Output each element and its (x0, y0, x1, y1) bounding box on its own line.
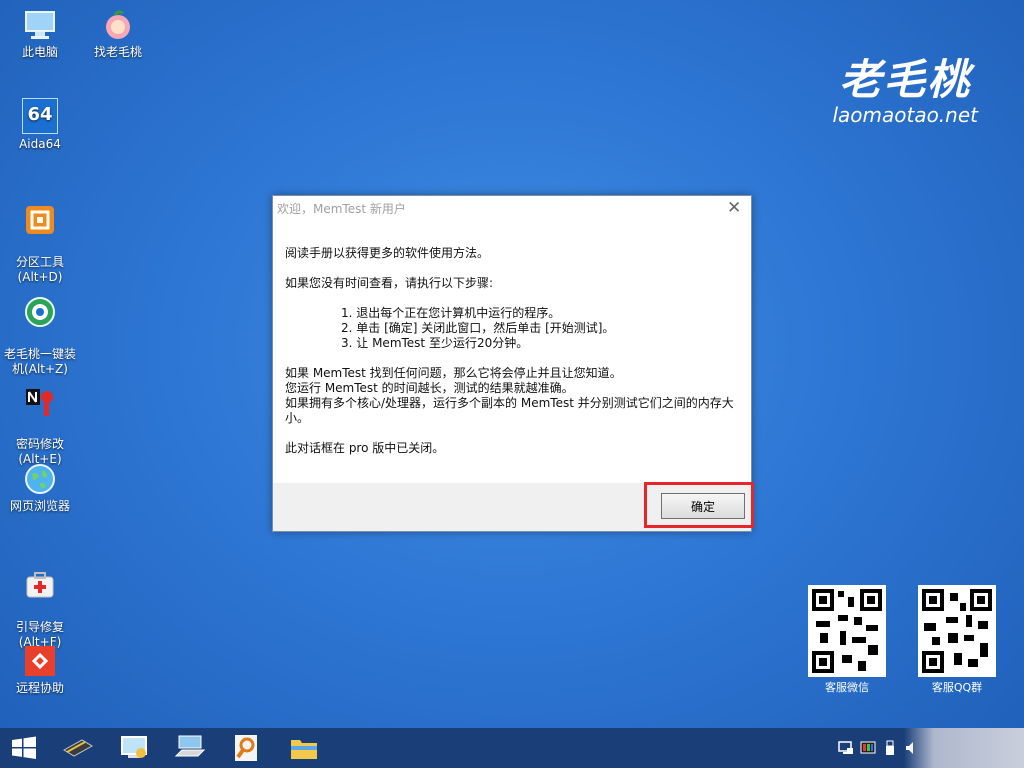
icon-label: 找老毛桃 (93, 45, 142, 59)
desktop-icon-web-browser[interactable]: 网页浏览器 (2, 462, 78, 514)
qr-caption: 客服微信 (825, 681, 869, 694)
peach-icon (106, 10, 130, 39)
tray-clock-area[interactable] (904, 728, 1024, 768)
folder-icon (291, 740, 317, 759)
control-panel-icon (121, 736, 147, 758)
dialog-body: 阅读手册以获得更多的软件使用方法。 如果您没有时间查看，请执行以下步骤: 1. … (285, 246, 735, 456)
partition-tool-icon (26, 206, 54, 234)
desktop-icon-partition-tool[interactable]: 分区工具 (Alt+D) (2, 188, 78, 285)
control-panel-button[interactable] (114, 732, 154, 764)
note-text: 如果 MemTest 找到任何问题，那么它将会停止并且让您知道。 (285, 366, 622, 380)
intro-text: 阅读手册以获得更多的软件使用方法。 (285, 246, 490, 260)
windows-logo-icon (12, 736, 36, 759)
first-aid-kit-icon (26, 572, 54, 598)
network-icon[interactable] (838, 740, 854, 756)
desktop-icon-find-laomaotao[interactable]: 找老毛桃 (80, 8, 156, 60)
steps-list: 1. 退出每个正在您计算机中运行的程序。 2. 单击 [确定] 关闭此窗口，然后… (285, 306, 735, 351)
computer-icon (25, 11, 55, 39)
system-tray (824, 728, 1024, 768)
desktop-icon-one-click-install[interactable]: 老毛桃一键装 机(Alt+Z) (2, 280, 78, 377)
note-text: 如果拥有多个核心/处理器，运行多个副本的 MemTest 并分别测试它们之间的内… (285, 396, 734, 425)
icon-label: 此电脑 (21, 45, 58, 59)
close-button[interactable]: ✕ (721, 197, 747, 219)
step-item: 2. 单击 [确定] 关闭此窗口，然后单击 [开始测试]。 (341, 321, 615, 335)
password-key-icon (26, 389, 53, 416)
brand-name: 老毛桃 (839, 55, 972, 104)
ram-chip-icon (63, 739, 93, 757)
qr-caption: 客服QQ群 (931, 681, 983, 694)
dialog-footer: 确定 (273, 482, 754, 531)
desktop-icon-remote-assist[interactable]: 远程协助 (2, 644, 78, 696)
step-item: 3. 让 MemTest 至少运行20分钟。 (341, 336, 529, 350)
qr-wechat: 客服微信 (808, 585, 886, 695)
one-click-install-icon (25, 297, 55, 327)
desktop-icon-boot-repair[interactable]: 引导修复 (Alt+F) (2, 553, 78, 650)
memtest-welcome-dialog: 欢迎，MemTest 新用户 ✕ 阅读手册以获得更多的软件使用方法。 如果您没有… (272, 195, 754, 532)
usb-icon[interactable] (882, 740, 898, 756)
icon-label: Aida64 (19, 137, 61, 151)
close-icon: ✕ (727, 198, 742, 217)
desktop-icon-password-change[interactable]: 密码修改 (Alt+E) (2, 370, 78, 467)
ok-button[interactable]: 确定 (661, 493, 745, 519)
desktop-icon-this-pc[interactable]: 此电脑 (2, 8, 78, 60)
steps-intro-text: 如果您没有时间查看，请执行以下步骤: (285, 276, 494, 290)
icon-label: 网页浏览器 (9, 499, 70, 513)
magnifier-icon (235, 735, 257, 761)
footer-note-text: 此对话框在 pro 版中已关闭。 (285, 441, 445, 455)
qr-code-icon (808, 585, 886, 677)
globe-icon (25, 464, 55, 494)
qr-qq-group: 客服QQ群 (918, 585, 996, 695)
qr-code-icon (918, 585, 996, 677)
search-tool-button[interactable] (226, 732, 266, 764)
taskbar (0, 728, 1024, 768)
memory-chip-button[interactable] (58, 732, 98, 764)
brand-url: laomaotao.net (832, 103, 978, 127)
keyboard-icon (174, 735, 206, 757)
dialog-title: 欢迎，MemTest 新用户 (277, 202, 406, 216)
step-item: 1. 退出每个正在您计算机中运行的程序。 (341, 306, 561, 320)
start-button[interactable] (4, 732, 44, 764)
desktop-icon-aida64[interactable]: 64 Aida64 (2, 98, 78, 152)
icon-label: 远程协助 (15, 681, 64, 695)
note-text: 您运行 MemTest 的时间越长，测试的结果就越准确。 (285, 381, 574, 395)
aida64-icon: 64 (22, 98, 58, 134)
remote-assist-icon (25, 646, 55, 676)
brand-logo: 老毛桃 laomaotao.net (832, 46, 978, 127)
color-display-icon[interactable] (860, 740, 876, 756)
ok-button-highlight: 确定 (644, 482, 754, 528)
keyboard-button[interactable] (170, 732, 210, 764)
file-explorer-button[interactable] (284, 732, 324, 764)
